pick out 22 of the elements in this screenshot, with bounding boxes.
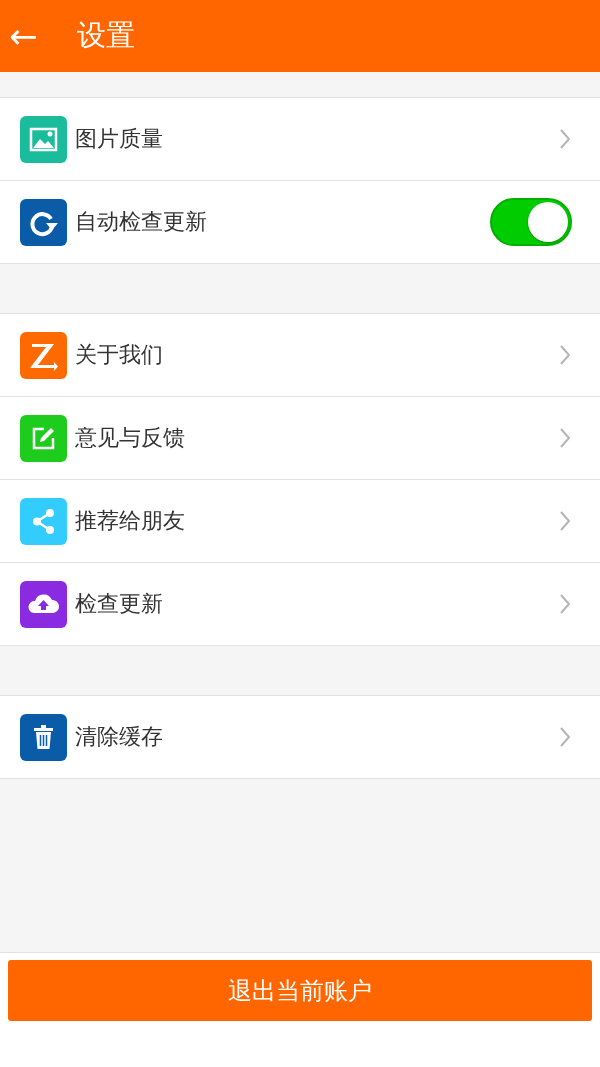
toggle-switch[interactable] [490,198,572,246]
settings-row[interactable]: 清除缓存 [0,696,600,779]
row-label: 意见与反馈 [75,424,186,452]
row-label: 自动检查更新 [75,208,208,236]
page-title: 设置 [77,17,135,54]
settings-row[interactable]: 推荐给朋友 [0,480,600,563]
chevron-right-icon [559,344,571,366]
chevron-right-icon [559,427,571,449]
chevron-right-icon [559,510,571,532]
row-label: 推荐给朋友 [75,507,186,535]
chevron-right-icon [559,726,571,748]
settings-row[interactable]: 检查更新 [0,563,600,646]
row-label: 清除缓存 [75,723,164,751]
row-label: 关于我们 [75,341,164,369]
settings-row[interactable]: 图片质量 [0,98,600,181]
chevron-right-icon [559,593,571,615]
settings-row[interactable]: 意见与反馈 [0,397,600,480]
settings-row[interactable]: 自动检查更新 [0,181,600,264]
chevron-right-icon [559,128,571,150]
row-label: 检查更新 [75,590,164,618]
settings-row[interactable]: 关于我们 [0,314,600,397]
row-label: 图片质量 [75,125,164,153]
